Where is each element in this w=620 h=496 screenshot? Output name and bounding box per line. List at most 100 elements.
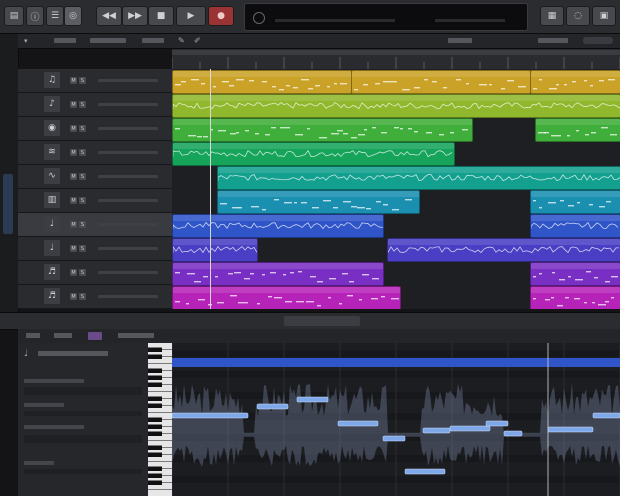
editor-view-menu[interactable] [118,333,154,338]
drag-menu[interactable] [538,38,568,43]
score-tab[interactable] [392,316,412,326]
view-menu[interactable] [142,38,164,43]
mute-button[interactable]: M [70,269,77,276]
midi-note[interactable] [382,435,406,442]
track-header[interactable]: ♫ M S [18,69,172,93]
play-button[interactable]: ▶ [176,6,206,26]
record-button[interactable]: ● [208,6,234,26]
region[interactable] [172,70,352,94]
mute-button[interactable]: M [70,173,77,180]
region[interactable] [172,214,384,238]
functions-menu[interactable] [90,38,126,43]
mute-button[interactable]: M [70,221,77,228]
region[interactable] [530,70,620,94]
black-key[interactable] [148,445,162,451]
midi-note[interactable] [256,403,289,410]
loops-button[interactable]: ◌ [566,6,590,26]
black-key[interactable] [148,417,162,423]
track-header[interactable]: ◉ M S [18,117,172,141]
lcd-display[interactable] [244,3,528,31]
region[interactable] [530,262,620,286]
piano-keyboard[interactable] [148,343,172,496]
black-key[interactable] [148,382,162,388]
forward-button[interactable]: ▶▶ [122,6,148,26]
region[interactable] [172,262,384,286]
mute-button[interactable]: M [70,77,77,84]
black-key[interactable] [148,480,162,486]
region[interactable] [172,286,401,309]
mute-button[interactable]: M [70,245,77,252]
black-key[interactable] [148,424,162,430]
region[interactable] [530,214,620,238]
track-header[interactable]: ♬ M S [18,285,172,309]
track-header[interactable]: ♬ M S [18,261,172,285]
black-key[interactable] [148,368,162,374]
midi-note[interactable] [296,396,329,403]
midi-note[interactable] [337,420,379,427]
black-key[interactable] [148,473,162,479]
edit-menu[interactable] [54,38,76,43]
solo-button[interactable]: S [79,245,86,252]
black-key[interactable] [148,403,162,409]
midi-note[interactable] [592,412,620,419]
black-key[interactable] [148,375,162,381]
black-key[interactable] [148,431,162,437]
midi-note[interactable] [503,430,523,437]
black-key[interactable] [148,347,162,353]
midi-note[interactable] [422,427,451,434]
track-header[interactable]: ≋ M S [18,141,172,165]
track-header[interactable]: ♩ M S [18,213,172,237]
piano-roll-tab[interactable] [284,316,360,326]
scale-quantize-select[interactable] [24,435,142,443]
solo-button[interactable]: S [79,101,86,108]
midi-in-button[interactable] [88,332,102,340]
editor-divider[interactable] [0,312,620,330]
piano-roll[interactable] [172,343,620,496]
region[interactable] [217,166,620,190]
region-name-field[interactable] [38,351,108,356]
library-button[interactable]: ▤ [4,6,24,26]
mute-button[interactable]: M [70,293,77,300]
track-header[interactable]: ▥ M S [18,189,172,213]
playhead[interactable] [210,69,211,309]
solo-button[interactable]: S [79,77,86,84]
region[interactable] [217,190,420,214]
solo-button[interactable]: S [79,125,86,132]
timeline-ruler[interactable] [171,49,620,70]
black-key[interactable] [148,354,162,360]
track-header[interactable]: ♩ M S [18,237,172,261]
region[interactable] [172,142,455,166]
black-key[interactable] [148,466,162,472]
solo-button[interactable]: S [79,197,86,204]
editor-region-bar[interactable] [172,358,620,367]
mute-button[interactable]: M [70,197,77,204]
velocity-slider[interactable] [24,469,142,474]
solo-button[interactable]: S [79,221,86,228]
mute-button[interactable]: M [70,101,77,108]
mute-button[interactable]: M [70,149,77,156]
strength-slider[interactable] [24,411,142,416]
region[interactable] [535,118,620,142]
snap-menu[interactable] [448,38,472,43]
solo-button[interactable]: S [79,269,86,276]
notepad-button[interactable]: ▦ [540,6,564,26]
solo-button[interactable]: S [79,173,86,180]
time-quantize-select[interactable] [24,387,142,395]
region[interactable] [387,238,620,262]
mute-button[interactable]: M [70,125,77,132]
midi-note[interactable] [547,426,594,433]
midi-note[interactable] [485,420,509,427]
white-key[interactable] [148,490,172,496]
zoom-slider[interactable] [583,37,613,44]
track-header[interactable]: ♪ M S [18,93,172,117]
editor-edit-menu[interactable] [26,333,40,338]
region[interactable] [172,94,620,118]
stop-button[interactable]: ■ [148,6,174,26]
toolbar-button[interactable]: ☰ [46,6,64,26]
chevron-down-icon[interactable]: ▾ [24,37,32,45]
inspector-button[interactable]: ⓘ [26,6,44,26]
editor-functions-menu[interactable] [54,333,72,338]
midi-note[interactable] [449,425,491,432]
cycle-bar[interactable] [172,50,620,55]
region[interactable] [172,118,473,142]
